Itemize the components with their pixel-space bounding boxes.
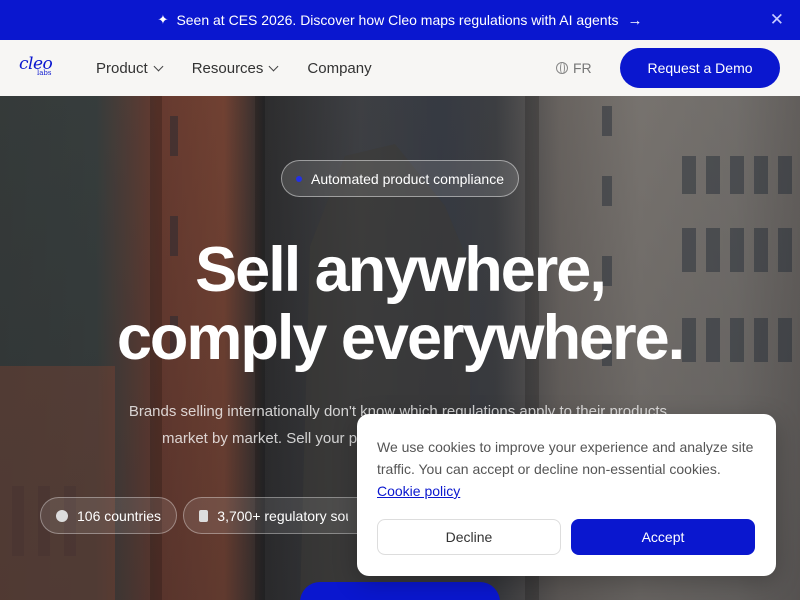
nav-item-product[interactable]: Product: [96, 59, 164, 77]
chevron-down-icon: [268, 61, 279, 71]
headline-line-1: Sell anywhere,: [195, 235, 607, 305]
nav-item-company[interactable]: Company: [307, 60, 371, 77]
request-demo-button[interactable]: Request a Demo: [620, 48, 780, 88]
stat-pill-sources: 3,700+ regulatory sour: [183, 497, 363, 534]
arrow-right-icon[interactable]: →: [627, 12, 642, 29]
nav-links: Product Resources Company: [96, 40, 402, 96]
language-switcher[interactable]: FR: [556, 60, 592, 76]
announcement-bar[interactable]: ✦ Seen at CES 2026. Discover how Cleo ma…: [0, 0, 800, 40]
chevron-down-icon: [153, 61, 164, 71]
sparkle-icon: ✦: [157, 12, 169, 27]
cookie-banner: We use cookies to improve your experienc…: [357, 414, 776, 576]
nav-item-resources[interactable]: Resources: [191, 59, 279, 77]
logo-subtext: labs: [37, 69, 52, 77]
globe-icon: [556, 62, 568, 74]
headline-line-2: comply everywhere.: [116, 303, 685, 373]
nav-item-label: Product: [96, 59, 148, 77]
close-icon[interactable]: ✕: [770, 10, 784, 30]
nav-item-label: Resources: [191, 59, 264, 77]
top-navigation: cleo labs Product Resources Company FR R…: [0, 40, 800, 96]
cookie-message: We use cookies to improve your experienc…: [377, 439, 754, 477]
decline-button[interactable]: Decline: [377, 519, 561, 555]
hero-badge: Automated product compliance: [281, 160, 519, 197]
stat-label: 106 countries: [77, 507, 162, 524]
hero-headline: Sell anywhere, comply everywhere.: [0, 236, 800, 372]
globe-icon: [56, 509, 68, 522]
accept-button[interactable]: Accept: [571, 519, 755, 555]
badge-label: Automated product compliance: [311, 170, 504, 187]
stat-pill-countries: 106 countries: [40, 497, 178, 534]
announcement-text[interactable]: Seen at CES 2026. Discover how Cleo maps…: [176, 12, 618, 28]
document-icon: [199, 509, 209, 522]
cookie-policy-link[interactable]: Cookie policy: [377, 483, 460, 499]
badge-dot-icon: [296, 175, 302, 182]
nav-item-label: Company: [307, 59, 372, 77]
stat-label: 3,700+ regulatory sour: [217, 507, 348, 524]
logo[interactable]: cleo labs: [19, 56, 53, 77]
hero-cta-button[interactable]: [300, 582, 500, 600]
language-label: FR: [573, 60, 592, 76]
